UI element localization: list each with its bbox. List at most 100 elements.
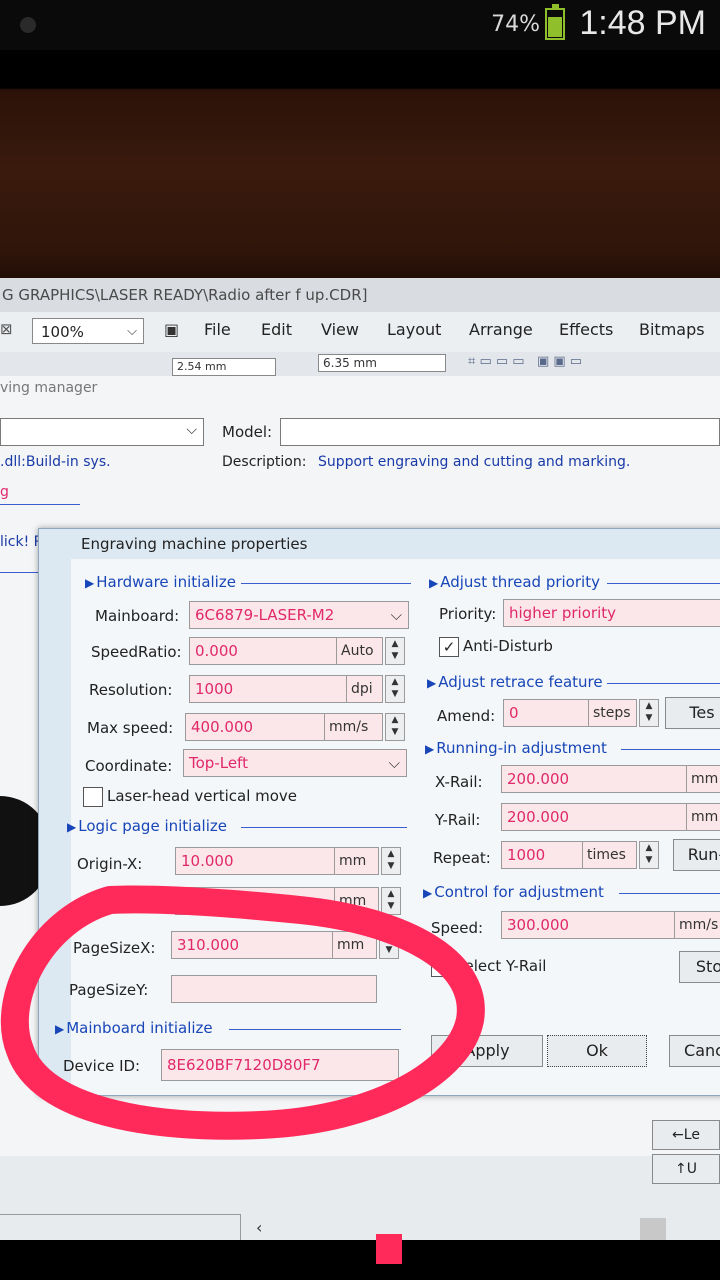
maxspeed-stepper[interactable]: ▲ ▼ [385, 713, 405, 741]
divider [241, 583, 411, 584]
divider [607, 683, 720, 684]
originx-label: Origin-X: [77, 855, 143, 873]
repeat-field[interactable]: 1000 times [501, 841, 637, 869]
battery-icon [545, 4, 565, 40]
antidisturb-label: Anti-Disturb [463, 637, 553, 655]
home-button[interactable] [376, 1234, 402, 1264]
selectyrail-checkbox[interactable] [431, 957, 451, 977]
scroll-thumb[interactable] [640, 1218, 666, 1240]
speedratio-value: 0.000 [195, 642, 238, 660]
menu-bar: ⊠ 100% ⌵ ▣ File Edit View Layout Arrange… [0, 312, 720, 352]
menu-file[interactable]: File [204, 320, 231, 339]
menu-edit[interactable]: Edit [261, 320, 292, 339]
mainboard-value: 6C6879-LASER-M2 [195, 606, 335, 624]
pagesizex-field[interactable]: 310.000 mm [171, 931, 377, 959]
divider [621, 749, 720, 750]
originy-field[interactable]: 10.000 mm [175, 887, 379, 915]
menu-arrange[interactable]: Arrange [469, 320, 533, 339]
originy-stepper[interactable]: ▲ ▼ [381, 887, 401, 915]
nav-left-button[interactable]: ←Le [652, 1120, 720, 1150]
toolbar-icon[interactable]: ⊠ [0, 320, 13, 338]
menu-bitmaps[interactable]: Bitmaps [639, 320, 705, 339]
triangle-icon: ▶ [425, 742, 435, 756]
runin-heading-label: Running-in adjustment [436, 739, 607, 757]
pagesizey-label: PageSizeY: [69, 981, 149, 999]
deviceid-field[interactable]: 8E620BF7120D80F7 [161, 1049, 399, 1081]
maxspeed-label: Max speed: [87, 719, 174, 737]
nudge-field[interactable]: 2.54 mm [172, 358, 276, 376]
speed-label: Speed: [431, 919, 484, 937]
zoom-select[interactable]: 100% ⌵ [32, 318, 144, 344]
yrail-label: Y-Rail: [435, 811, 481, 829]
mainboard-select[interactable]: 6C6879-LASER-M2 ⌵ [189, 601, 409, 629]
resolution-field[interactable]: 1000 dpi [189, 675, 383, 703]
model-field[interactable] [280, 418, 720, 446]
pagesizex-stepper[interactable]: ▲ ▼ [379, 931, 399, 959]
amend-label: Amend: [437, 707, 496, 725]
description-label: Description: [222, 454, 307, 470]
align-icons[interactable]: ⌗ ▭ ▭ ▭ ▣ ▣ ▭ [468, 354, 582, 369]
triangle-icon: ▶ [429, 576, 439, 590]
speedratio-stepper[interactable]: ▲ ▼ [385, 637, 405, 665]
laserhead-checkbox[interactable] [83, 787, 103, 807]
ok-button[interactable]: Ok [547, 1035, 647, 1067]
selectyrail-label: Select Y-Rail [455, 957, 547, 975]
thread-heading-label: Adjust thread priority [440, 573, 600, 591]
chevron-down-icon: ⌵ [127, 324, 137, 339]
horizontal-scrollbar[interactable] [0, 1214, 241, 1240]
dialog-title: Engraving machine properties [81, 535, 308, 553]
apply-button[interactable]: Apply [431, 1035, 543, 1067]
speedratio-unit: Auto [336, 638, 374, 664]
clock: 1:48 PM [579, 4, 706, 42]
speedratio-label: SpeedRatio: [91, 643, 182, 661]
workspace-footer: ←Le ↑U ‹ [0, 1120, 720, 1240]
originy-unit: mm [334, 888, 366, 914]
speed-field[interactable]: 300.000 mm/s [501, 911, 720, 939]
amend-field[interactable]: 0 steps [503, 699, 637, 727]
deviceid-label: Device ID: [63, 1057, 141, 1075]
divider [619, 893, 720, 894]
hardware-heading-label: Hardware initialize [96, 573, 236, 591]
mainboard-label: Mainboard: [95, 607, 180, 625]
monitor-screen: G GRAPHICS\LASER READY\Radio after f up.… [0, 278, 720, 1240]
driver-select[interactable]: ⌵ [0, 418, 204, 446]
divider [607, 583, 720, 584]
maxspeed-field[interactable]: 400.000 mm/s [185, 713, 383, 741]
triangle-icon: ▶ [423, 886, 433, 900]
duplicate-distance-field[interactable]: 6.35 mm [318, 354, 446, 372]
menu-effects[interactable]: Effects [559, 320, 613, 339]
coordinate-select[interactable]: Top-Left ⌵ [183, 749, 407, 777]
save-icon[interactable]: ▣ [164, 320, 179, 339]
speedratio-field[interactable]: 0.000 Auto [189, 637, 383, 665]
repeat-value: 1000 [507, 846, 546, 864]
battery-percent: 74% [491, 12, 540, 37]
divider [241, 827, 407, 828]
run-button[interactable]: Run- [673, 839, 720, 871]
amend-stepper[interactable]: ▲ ▼ [639, 699, 659, 727]
coordinate-label: Coordinate: [85, 757, 173, 775]
xrail-label: X-Rail: [435, 773, 483, 791]
scroll-left-arrow-icon[interactable]: ‹ [256, 1218, 262, 1237]
chevron-down-icon: ⌵ [390, 606, 402, 624]
menu-view[interactable]: View [321, 320, 359, 339]
retrace-heading: ▶ Adjust retrace feature [427, 673, 603, 691]
priority-select[interactable]: higher priority [503, 599, 720, 627]
originx-stepper[interactable]: ▲ ▼ [381, 847, 401, 875]
divider [229, 1029, 401, 1030]
resolution-value: 1000 [195, 680, 234, 698]
originx-field[interactable]: 10.000 mm [175, 847, 379, 875]
chevron-down-icon: ⌵ [186, 422, 197, 438]
resolution-stepper[interactable]: ▲ ▼ [385, 675, 405, 703]
nav-up-button[interactable]: ↑U [652, 1154, 720, 1184]
yrail-value: 200.000 [507, 808, 570, 826]
xrail-field[interactable]: 200.000 mm [501, 765, 720, 793]
pagesizey-field[interactable] [171, 975, 377, 1003]
status-bar: 74% 1:48 PM [0, 0, 720, 50]
menu-layout[interactable]: Layout [387, 320, 441, 339]
yrail-field[interactable]: 200.000 mm [501, 803, 720, 831]
antidisturb-checkbox[interactable]: ✓ [439, 637, 459, 657]
stop-button[interactable]: Sto [679, 951, 720, 983]
cancel-button[interactable]: Canc [669, 1035, 720, 1067]
repeat-stepper[interactable]: ▲ ▼ [639, 841, 659, 869]
test-button[interactable]: Tes [665, 697, 720, 729]
